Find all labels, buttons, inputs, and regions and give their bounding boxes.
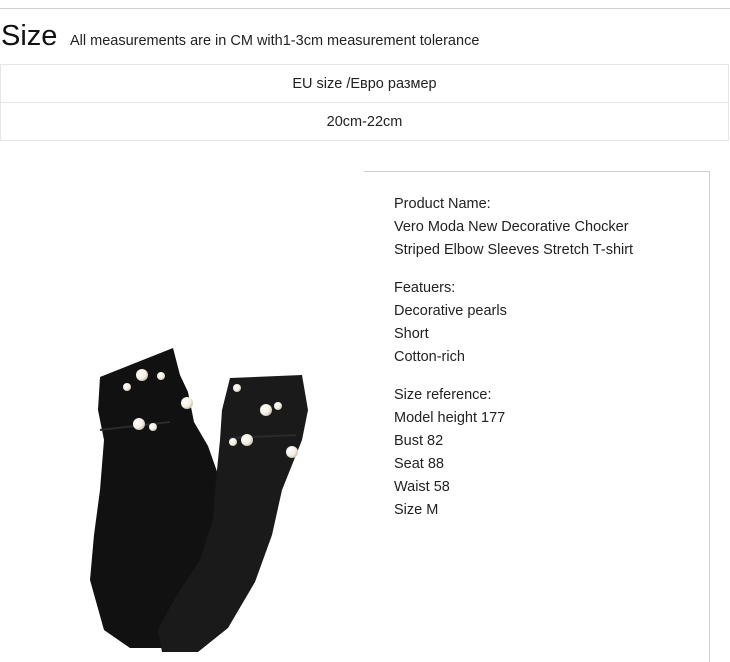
size-table: EU size /Евро размер 20cm-22cm: [0, 64, 729, 141]
product-info: Product Name: Vero Moda New Decorative C…: [394, 193, 633, 537]
pearl: [123, 383, 131, 391]
pearl: [181, 397, 193, 409]
pearl: [241, 434, 253, 446]
product-name-label: Product Name:: [394, 196, 491, 212]
size-reference-item: Size M: [394, 502, 439, 518]
pearl: [136, 369, 148, 381]
pearl: [157, 372, 165, 380]
product-name-block: Product Name: Vero Moda New Decorative C…: [394, 193, 633, 262]
size-table-row: 20cm-22cm: [0, 102, 729, 141]
size-reference-item: Waist 58: [394, 479, 450, 495]
measurement-note: All measurements are in CM with1-3cm mea…: [70, 33, 480, 49]
pearl: [286, 446, 298, 458]
features-block: Featuers: Decorative pearls Short Cotton…: [394, 277, 633, 369]
pearl: [149, 423, 157, 431]
product-name-line: Striped Elbow Sleeves Stretch T-shirt: [394, 242, 634, 258]
pearl: [233, 384, 241, 392]
size-table-header-row: EU size /Евро размер: [0, 64, 729, 103]
size-reference-block: Size reference: Model height 177 Bust 82…: [394, 384, 633, 522]
size-reference-item: Model height 177: [394, 410, 506, 426]
feature-item: Cotton-rich: [394, 349, 465, 365]
size-reference-label: Size reference:: [394, 387, 492, 403]
size-reference-item: Bust 82: [394, 433, 444, 449]
product-name-line: Vero Moda New Decorative Chocker: [394, 219, 629, 235]
pearl: [229, 438, 237, 446]
pearl: [133, 418, 145, 430]
top-divider: [0, 8, 730, 9]
features-label: Featuers:: [394, 280, 456, 296]
size-title: Size: [1, 20, 58, 52]
size-table-value: 20cm-22cm: [0, 102, 729, 141]
size-table-header: EU size /Евро размер: [0, 64, 729, 103]
pearl: [274, 402, 282, 410]
pearl: [260, 404, 272, 416]
product-photo-pearl-socks: [90, 348, 308, 652]
feature-item: Decorative pearls: [394, 303, 507, 319]
feature-item: Short: [394, 326, 429, 342]
size-reference-item: Seat 88: [394, 456, 444, 472]
